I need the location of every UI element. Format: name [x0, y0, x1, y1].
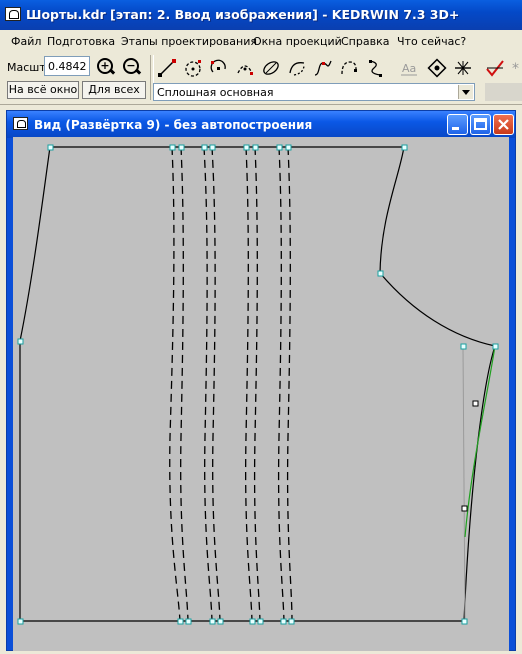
intersection-tool-icon[interactable] — [452, 57, 474, 79]
menu-design-stages[interactable]: Этапы проектирования — [121, 35, 257, 48]
close-icon[interactable] — [493, 114, 514, 135]
drawing-canvas[interactable] — [13, 137, 509, 651]
pattern-inner-line — [462, 346, 466, 622]
svg-text:*: * — [512, 61, 519, 77]
fit-window-button[interactable]: На всё окно — [7, 81, 79, 99]
menu-help[interactable]: Справка — [341, 35, 389, 48]
view-window-title: Вид (Развёртка 9) - без автопостроения — [34, 118, 313, 132]
asterisk-icon[interactable]: * — [510, 57, 522, 79]
app-title: Шорты.kdr [этап: 2. Ввод изображения] - … — [26, 7, 460, 22]
pattern-drawing — [17, 144, 499, 625]
pleat-lines — [169, 146, 293, 622]
for-all-button[interactable]: Для всех — [82, 81, 146, 99]
zoom-in-icon[interactable]: + — [94, 56, 116, 78]
scale-label: Масшт — [7, 61, 46, 74]
line-type-select[interactable]: Сплошная основная — [153, 83, 475, 101]
circle-tool-icon[interactable] — [182, 57, 204, 79]
toolbar-right-panel — [485, 83, 522, 101]
ellipse-tool-icon[interactable] — [260, 57, 282, 79]
maximize-icon[interactable] — [470, 114, 491, 135]
control-points — [17, 144, 499, 625]
point-tool-icon[interactable] — [426, 57, 448, 79]
window-right-edge — [516, 110, 522, 651]
menu-preparation[interactable]: Подготовка — [47, 35, 115, 48]
line-type-value: Сплошная основная — [157, 86, 274, 99]
app-icon — [5, 7, 21, 21]
arc-three-point-icon[interactable] — [234, 57, 256, 79]
app-title-bar: Шорты.kdr [этап: 2. Ввод изображения] - … — [0, 0, 522, 30]
view-window-title-bar: Вид (Развёртка 9) - без автопостроения — [7, 111, 515, 138]
menu-bar: Файл Подготовка Этапы проектирования Окн… — [0, 31, 522, 51]
menu-what-now[interactable]: Что сейчас? — [397, 35, 466, 48]
line-tool-icon[interactable] — [156, 57, 178, 79]
arc-tool-icon[interactable] — [208, 57, 230, 79]
curve-tool-icon[interactable] — [338, 57, 360, 79]
scale-input[interactable] — [44, 56, 90, 76]
dropdown-arrow-icon[interactable] — [458, 85, 473, 99]
menu-file[interactable]: Файл — [11, 35, 41, 48]
freeform-tool-icon[interactable] — [364, 57, 386, 79]
pattern-green-segment — [464, 345, 496, 538]
zoom-out-icon[interactable]: − — [120, 56, 142, 78]
ellipse-arc-icon[interactable] — [286, 57, 308, 79]
menu-projection-windows[interactable]: Окна проекций — [253, 35, 342, 48]
text-tool-icon[interactable]: Aa — [398, 57, 420, 79]
checkmark-icon[interactable] — [484, 57, 506, 79]
svg-text:Aa: Aa — [402, 62, 416, 75]
spline-tool-icon[interactable] — [312, 57, 334, 79]
minimize-icon[interactable] — [447, 114, 468, 135]
view-window-icon — [13, 117, 28, 130]
